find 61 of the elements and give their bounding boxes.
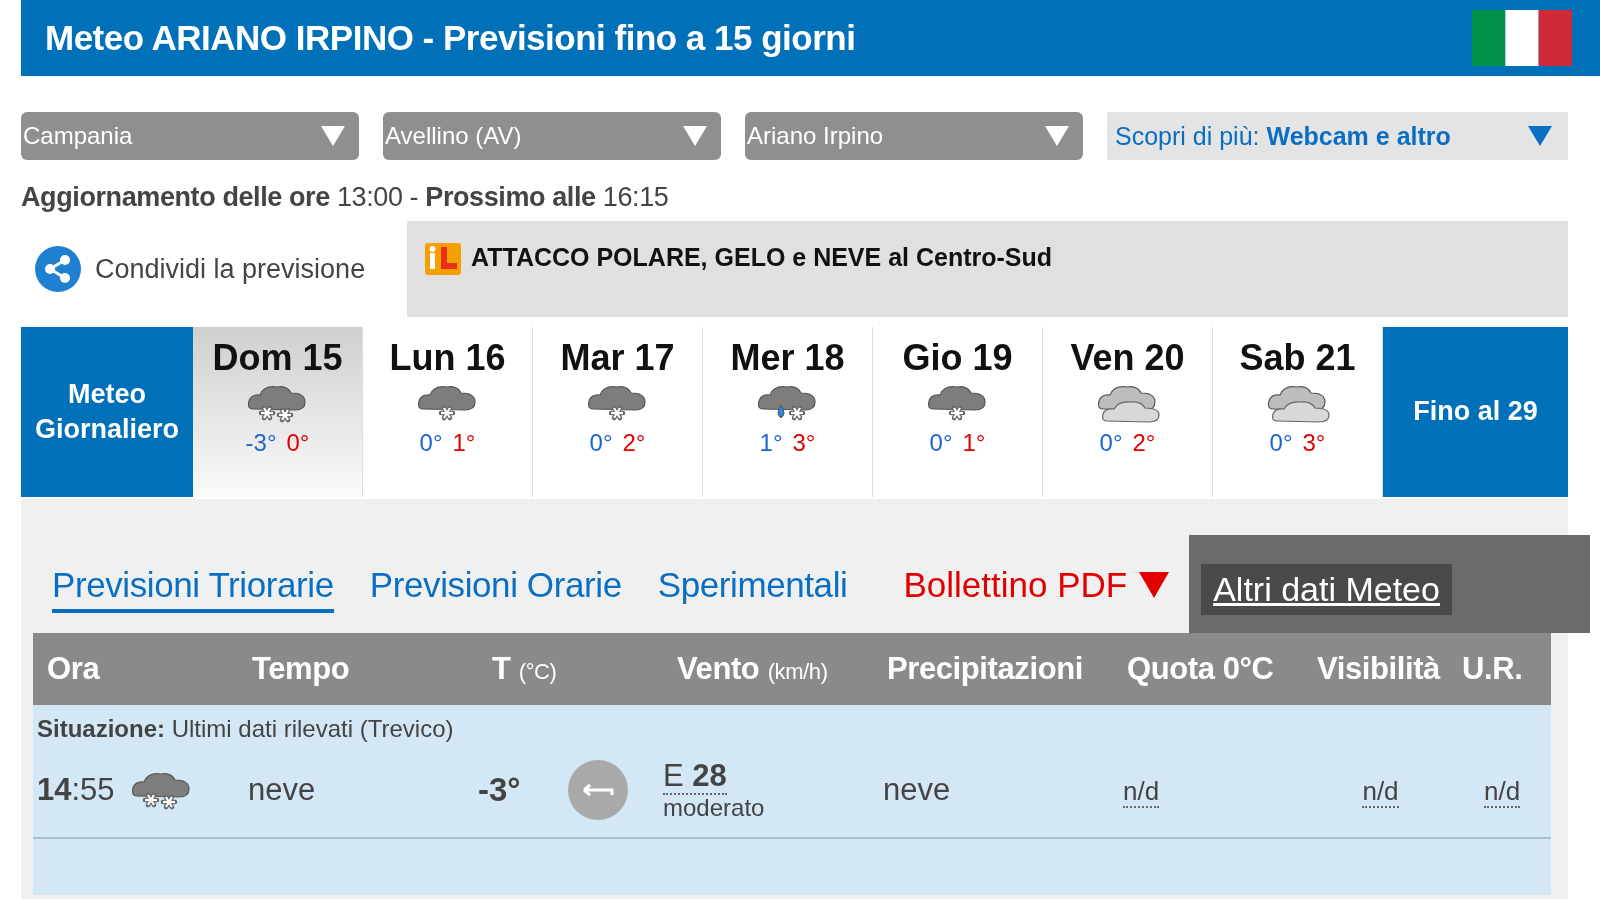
day-label: Mer 18 <box>730 337 845 379</box>
discover-dropdown[interactable]: Scopri di più: Webcam e altro <box>1107 112 1568 160</box>
max-temp: 1° <box>452 429 476 457</box>
day-label: Dom 15 <box>212 337 343 379</box>
min-temp: 0° <box>419 429 443 457</box>
day-label: Mar 17 <box>560 337 675 379</box>
update-info: Aggiornamento delle ore 13:00 - Prossimo alle 16:15 <box>21 182 670 213</box>
day-label: Sab 21 <box>1239 337 1356 379</box>
forecast-tab[interactable]: Previsioni Triorarie <box>52 565 334 613</box>
day-label: Lun 16 <box>389 337 506 379</box>
share-link[interactable]: Condividi la previsione <box>95 253 366 285</box>
max-temp: 3° <box>1302 429 1326 457</box>
column-header: Visibilità <box>1316 651 1442 687</box>
day-label: Gio 19 <box>902 337 1013 379</box>
wind-direction-icon <box>568 760 628 820</box>
flag-icon <box>1472 10 1572 66</box>
forecast-tab[interactable]: Previsioni Orarie <box>369 565 622 613</box>
max-temp: 0° <box>286 429 310 457</box>
dropdown-arrow-icon <box>321 126 345 146</box>
dropdown-arrow-icon <box>683 126 707 146</box>
visibility-cell: n/d <box>1362 776 1399 808</box>
max-temp: 2° <box>622 429 646 457</box>
column-header: Quota 0°C <box>1126 651 1275 687</box>
min-temp: -3° <box>245 429 277 457</box>
precipitation-cell-text: neve <box>882 772 952 808</box>
min-temp: 0° <box>1269 429 1293 457</box>
day-label: Ven 20 <box>1070 337 1185 379</box>
wind-speed: E 28 <box>663 758 727 795</box>
bulletin-link[interactable]: Bollettino PDF <box>903 565 1170 605</box>
humidity-cell: n/d <box>1484 776 1521 808</box>
news-headline[interactable]: ATTACCO POLARE, GELO e NEVE al Centro-Sud <box>471 243 1053 272</box>
freezing-level-cell: n/d <box>1123 776 1160 808</box>
day-tab[interactable]: Dom 15 -3° 0° <box>193 327 363 497</box>
page-title: Meteo ARIANO IRPINO - Previsioni fino a 15 giorni <box>45 18 856 58</box>
min-temp: 0° <box>929 429 953 457</box>
other-data-button[interactable]: Altri dati Meteo <box>1201 564 1452 615</box>
min-temp: 0° <box>589 429 613 457</box>
more-days-button[interactable]: Fino al 29 <box>1383 327 1568 497</box>
column-header: Precipitazioni <box>886 651 1084 687</box>
time-cell: 14:55 <box>37 772 115 808</box>
temperature-cell-text: -3° <box>478 771 522 809</box>
dropdown-arrow-icon <box>1045 126 1069 146</box>
section-title: Meteo Giornaliero <box>34 377 180 446</box>
weather-cell-text: neve <box>247 772 317 808</box>
news-logo-icon <box>425 243 461 275</box>
situation-note: Situazione: Ultimi dati rilevati (Trevico) <box>36 714 455 743</box>
max-temp: 3° <box>792 429 816 457</box>
column-header: Vento (km/h) <box>676 651 829 687</box>
forecast-tab[interactable]: Sperimentali <box>657 565 848 613</box>
column-header: Tempo <box>251 651 351 687</box>
max-temp: 2° <box>1132 429 1156 457</box>
dropdown-arrow-icon <box>1528 126 1552 146</box>
dropdown-arrow-icon <box>1139 572 1170 598</box>
max-temp: 1° <box>962 429 986 457</box>
column-header: T (°C) <box>491 651 558 687</box>
column-header: Ora <box>46 651 101 687</box>
wind-description: moderato <box>663 794 765 822</box>
share-icon[interactable] <box>35 246 81 292</box>
min-temp: 1° <box>759 429 783 457</box>
column-header: U.R. <box>1461 651 1524 687</box>
min-temp: 0° <box>1099 429 1123 457</box>
